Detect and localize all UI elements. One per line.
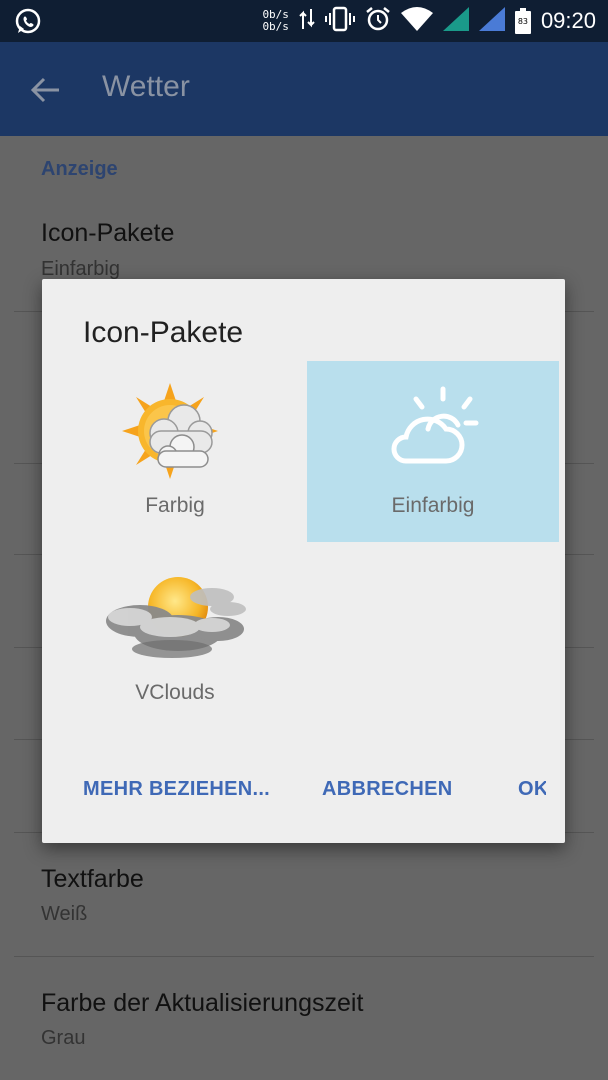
setting-title: Icon-Pakete <box>41 219 175 247</box>
back-button[interactable] <box>28 72 64 108</box>
cancel-button[interactable]: ABBRECHEN <box>322 778 452 801</box>
icon-pack-label: Einfarbig <box>391 494 475 517</box>
data-transfer-icon <box>299 7 315 35</box>
more-packs-button[interactable]: MEHR BEZIEHEN... <box>83 778 270 801</box>
icon-pack-label: VClouds <box>135 681 215 704</box>
signal-icon-2 <box>478 7 505 35</box>
divider <box>14 956 594 957</box>
vibrate-icon <box>324 6 355 36</box>
setting-title: Farbe der Aktualisierungszeit <box>41 989 364 1017</box>
setting-subtitle: Grau <box>41 1027 86 1049</box>
battery-level: 83 <box>517 17 529 26</box>
signal-icon <box>442 7 469 35</box>
icon-pack-dialog: Icon-Pakete Farbig Einfarbig VClouds MEH… <box>42 279 565 843</box>
setting-subtitle: Weiß <box>41 903 88 925</box>
whatsapp-icon <box>14 7 42 39</box>
section-header: Anzeige <box>41 158 118 180</box>
sun-cloud-color-icon <box>122 383 218 479</box>
battery-icon: 83 <box>514 8 531 34</box>
net-down-speed: 0b/s <box>262 20 289 33</box>
icon-pack-einfarbig[interactable]: Einfarbig <box>307 361 559 542</box>
alarm-icon <box>365 6 391 36</box>
wifi-icon <box>400 7 433 35</box>
setting-subtitle: Einfarbig <box>41 258 120 280</box>
icon-pack-label: Farbig <box>145 494 205 517</box>
status-bar: 0b/s 0b/s 83 09:20 <box>0 0 608 42</box>
app-bar: Wetter <box>0 42 608 136</box>
ok-button[interactable]: OK <box>518 778 546 801</box>
arrow-left-icon <box>31 77 59 103</box>
sun-clouds-realistic-icon <box>106 577 246 658</box>
setting-title: Textfarbe <box>41 865 144 893</box>
dialog-title: Icon-Pakete <box>83 316 244 349</box>
icon-pack-farbig[interactable]: Farbig <box>49 361 301 542</box>
sun-cloud-outline-icon <box>391 386 479 464</box>
network-speed: 0b/s 0b/s <box>262 9 289 33</box>
clock: 09:20 <box>540 8 596 33</box>
page-title: Wetter <box>102 70 190 103</box>
icon-pack-vclouds[interactable]: VClouds <box>49 549 301 730</box>
